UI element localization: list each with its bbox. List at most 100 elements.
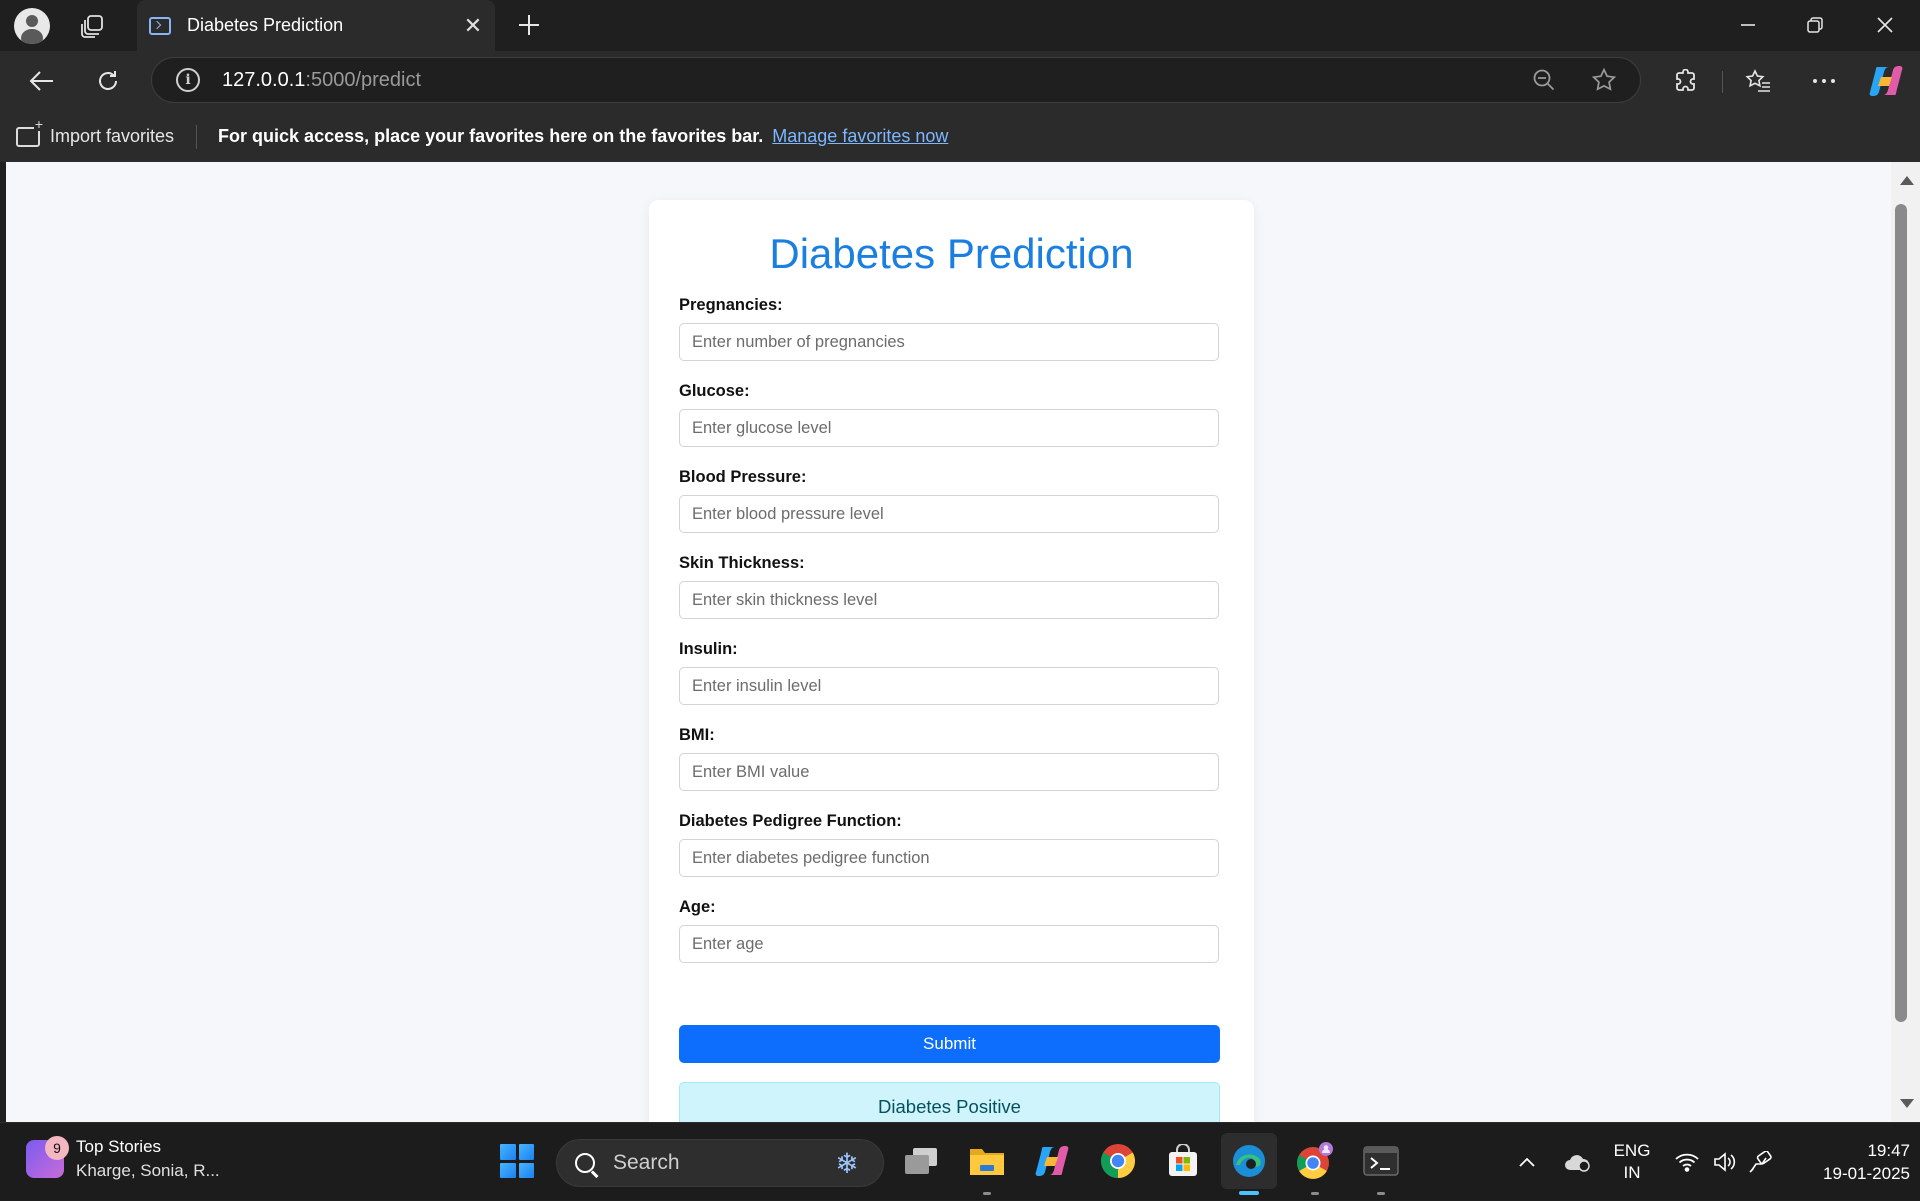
chevron-up-icon [1519,1157,1535,1167]
window-minimize-button[interactable] [1725,8,1771,42]
pregnancies-input[interactable] [679,323,1219,361]
favorites-bar: Import favorites For quick access, place… [0,111,1920,162]
new-tab-button[interactable] [512,8,546,42]
window-restore-button[interactable] [1792,8,1838,42]
age-input[interactable] [679,925,1219,963]
clock-time: 19:47 [1867,1141,1910,1160]
file-explorer-button[interactable] [959,1133,1015,1195]
tab-favicon-icon [149,16,171,35]
network-button[interactable] [1672,1123,1702,1201]
search-highlight-snowflake-icon: ❄ [835,1147,859,1179]
search-icon [575,1153,595,1173]
bmi-label: BMI: [679,726,715,744]
browser-tab-strip: Diabetes Prediction ✕ [0,0,1920,51]
show-hidden-icons-button[interactable] [1512,1123,1542,1201]
volume-button[interactable] [1710,1123,1740,1201]
pregnancies-label: Pregnancies: [679,296,783,314]
more-dots-icon [1813,79,1835,83]
tab-title: Diabetes Prediction [187,15,344,35]
browser-toolbar: i 127.0.0.1:5000/predict [0,51,1920,111]
edge-icon [1233,1145,1265,1177]
window-close-button[interactable] [1862,8,1908,42]
browser-tab-active[interactable]: Diabetes Prediction ✕ [137,0,495,51]
page-scrollbar[interactable] [1891,162,1920,1122]
import-folder-icon [16,116,44,147]
workspaces-button[interactable] [76,10,108,42]
diabetes-pedigree-input[interactable] [679,839,1219,877]
taskbar-search-label: Search [613,1151,680,1174]
skin-thickness-label: Skin Thickness: [679,554,805,572]
profile-avatar-button[interactable] [14,8,50,44]
back-button[interactable] [22,63,62,99]
insulin-input[interactable] [679,667,1219,705]
favorites-hint-text: For quick access, place your favorites h… [218,126,764,146]
restore-icon [1807,17,1823,33]
copilot-app-icon [1035,1146,1069,1176]
widgets-badge: 9 [45,1136,69,1160]
edge-button[interactable] [1221,1133,1277,1195]
settings-more-button[interactable] [1804,63,1844,99]
input-language-button[interactable]: ENG IN [1610,1123,1654,1201]
page-viewport: Diabetes Prediction Pregnancies: Glucose… [6,162,1891,1122]
scroll-up-arrow-icon[interactable] [1900,176,1914,185]
file-explorer-icon [970,1149,1004,1175]
toolbar-divider [1722,71,1723,93]
chrome-button[interactable] [1090,1133,1146,1189]
bmi-input[interactable] [679,753,1219,791]
wifi-icon [1675,1153,1699,1172]
star-icon [1591,67,1617,91]
microsoft-store-button[interactable] [1155,1133,1211,1189]
tab-close-icon[interactable]: ✕ [459,12,487,40]
task-view-button[interactable] [893,1133,949,1189]
address-bar[interactable]: i 127.0.0.1:5000/predict [151,57,1641,103]
favorites-list-icon [1745,69,1770,92]
import-favorites-button[interactable]: Import favorites [16,116,175,147]
widgets-title: Top Stories [76,1137,162,1156]
onedrive-cloud-icon [1565,1155,1590,1172]
manage-favorites-link[interactable]: Manage favorites now [772,126,948,147]
scrollbar-thumb[interactable] [1895,204,1907,1022]
favorites-divider [196,124,198,149]
language-code: ENG [1613,1141,1651,1160]
skin-thickness-input[interactable] [679,581,1219,619]
zoom-out-icon [1533,69,1555,91]
prediction-result-alert: Diabetes Positive [679,1082,1220,1122]
submit-button[interactable]: Submit [679,1025,1220,1063]
chrome-profile-button[interactable] [1287,1133,1343,1195]
blood-pressure-input[interactable] [679,495,1219,533]
start-button[interactable] [489,1133,545,1189]
microsoft-store-icon [1169,1144,1197,1176]
glucose-input[interactable] [679,409,1219,447]
puzzle-icon [1676,69,1695,91]
minimize-icon [1741,24,1755,26]
terminal-button[interactable] [1353,1133,1409,1195]
diabetes-pedigree-label: Diabetes Pedigree Function: [679,812,902,830]
import-favorites-label: Import favorites [50,126,175,146]
battery-button[interactable] [1746,1123,1776,1201]
taskbar-search-box[interactable]: Search ❄ [556,1139,884,1187]
insulin-label: Insulin: [679,640,738,658]
onedrive-tray-button[interactable] [1560,1123,1594,1201]
favorite-star-button[interactable] [1584,60,1624,100]
widgets-button[interactable]: 9 Top Stories Kharge, Sonia, R... [26,1135,220,1183]
glucose-label: Glucose: [679,382,750,400]
clock-date: 19-01-2025 [1823,1164,1910,1183]
widgets-news-icon: 9 [26,1136,69,1178]
copilot-icon [1869,66,1903,96]
language-region: IN [1623,1163,1641,1182]
favorites-button[interactable] [1738,63,1778,99]
back-arrow-icon [29,71,53,91]
copilot-button[interactable] [1866,61,1906,101]
terminal-icon [1363,1146,1399,1176]
zoom-button[interactable] [1524,60,1564,100]
extensions-button[interactable] [1666,63,1706,99]
url-text[interactable]: 127.0.0.1:5000/predict [222,69,1524,92]
windows-logo-icon [500,1144,534,1178]
site-info-icon[interactable]: i [176,68,200,92]
task-view-icon [905,1148,937,1174]
reload-button[interactable] [88,63,128,99]
battery-charging-icon [1749,1151,1772,1173]
system-clock[interactable]: 19:47 19-01-2025 [1794,1123,1910,1201]
copilot-app-button[interactable] [1024,1133,1080,1189]
scroll-down-arrow-icon[interactable] [1900,1099,1914,1108]
